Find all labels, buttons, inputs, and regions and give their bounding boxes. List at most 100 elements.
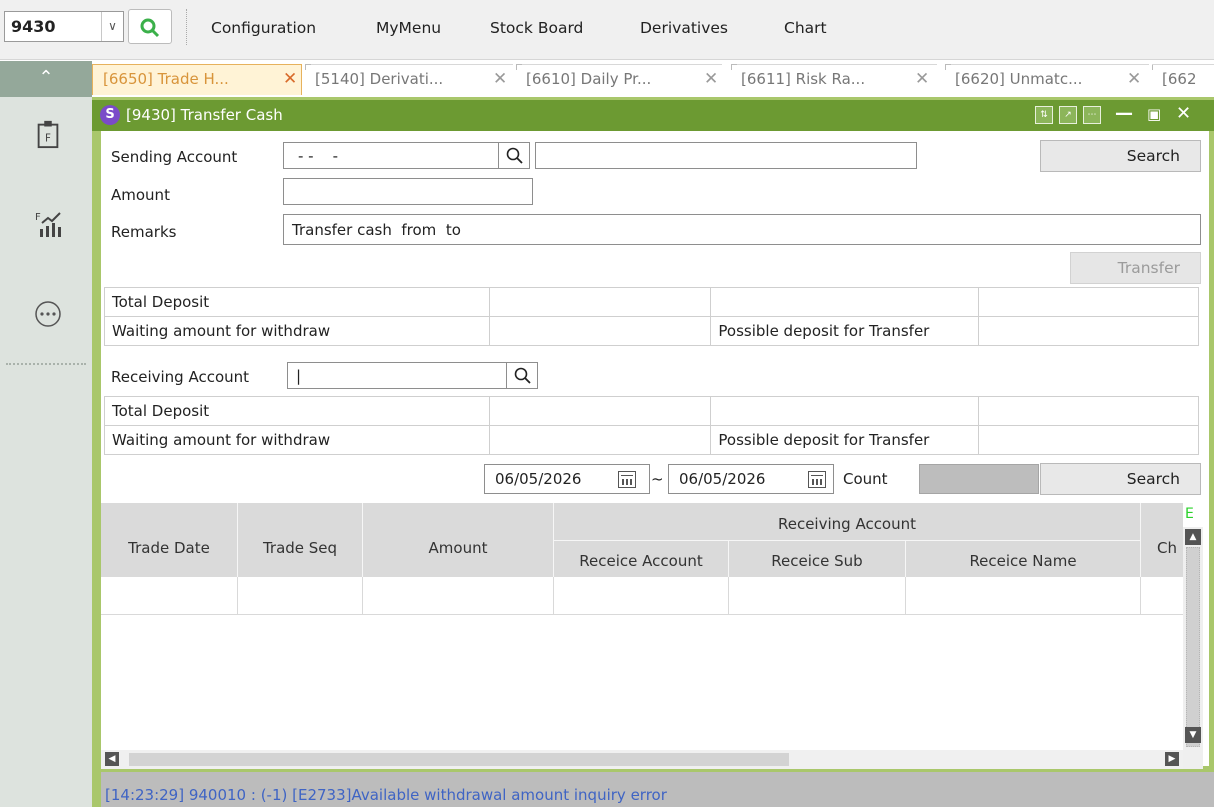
window-titlebar[interactable]: S [9430] Transfer Cash ⇅ ↗ ⋯ — ▣ ✕ — [92, 100, 1214, 131]
header-divider — [905, 540, 906, 577]
column-group-receiving-account: Receiving Account — [777, 515, 917, 533]
tab-6650[interactable]: [6650] Trade H... ✕ — [92, 64, 302, 95]
column-header-amount[interactable]: Amount — [363, 539, 553, 557]
menu-stock-board[interactable]: Stock Board — [490, 19, 583, 37]
tab-6611[interactable]: [6611] Risk Ra... ✕ — [731, 64, 937, 95]
waiting-amount-value — [488, 425, 712, 455]
tab-6610[interactable]: [6610] Daily Pr... ✕ — [516, 64, 722, 95]
close-window-icon[interactable]: ✕ — [1176, 103, 1191, 124]
receiving-info-table: Total Deposit Waiting amount for withdra… — [104, 396, 1199, 455]
waiting-amount-label: Waiting amount for withdraw — [104, 316, 490, 346]
receiving-account-input[interactable]: | — [287, 362, 507, 389]
tab-corner — [516, 64, 522, 70]
quick-search-button[interactable] — [128, 9, 172, 44]
search-icon — [514, 367, 531, 384]
status-bar: [14:23:29] 940010 : (-1) [E2733]Availabl… — [101, 772, 1214, 807]
waiting-amount-value — [488, 316, 712, 346]
tab-label: [5140] Derivati... — [315, 70, 444, 88]
popout-icon[interactable]: ↗ — [1059, 106, 1077, 124]
cell-divider — [237, 577, 238, 614]
possible-deposit-label: Possible deposit for Transfer — [710, 316, 980, 346]
sending-account-input[interactable]: - - - — [283, 142, 499, 169]
tab-label: [6610] Daily Pr... — [526, 70, 652, 88]
screen-code-combo[interactable]: 9430 ∨ — [4, 11, 124, 42]
date-to-picker[interactable]: 06/05/2026 — [668, 464, 834, 494]
sending-account-search-button[interactable] — [498, 142, 530, 169]
tab-corner — [945, 64, 951, 70]
info-cell — [710, 287, 980, 317]
total-deposit-value — [488, 396, 712, 426]
menu-chart[interactable]: Chart — [784, 19, 827, 37]
column-header-receice-sub[interactable]: Receice Sub — [729, 552, 905, 570]
remarks-value: Transfer cash from to — [292, 221, 461, 239]
sending-account-value: - - - — [298, 147, 339, 165]
menu-separator — [186, 9, 187, 45]
menu-mymenu[interactable]: MyMenu — [376, 19, 441, 37]
possible-deposit-value — [978, 425, 1199, 455]
menu-configuration[interactable]: Configuration — [211, 19, 316, 37]
tab-corner — [305, 64, 311, 70]
rail-divider — [6, 363, 86, 365]
link-icon[interactable]: ⇅ — [1035, 106, 1053, 124]
excel-export-icon[interactable]: E — [1185, 506, 1194, 522]
chevron-down-icon[interactable]: ∨ — [101, 12, 123, 41]
amount-input[interactable] — [283, 178, 533, 205]
tab-label: [6650] Trade H... — [103, 70, 229, 88]
history-search-button[interactable]: Search — [1040, 463, 1201, 495]
remarks-label: Remarks — [111, 223, 177, 241]
receiving-account-search-button[interactable] — [506, 362, 538, 389]
header-divider — [553, 540, 1140, 541]
scroll-right-icon[interactable]: ▶ — [1165, 752, 1179, 766]
horizontal-scrollbar[interactable]: ◀ ▶ — [101, 750, 1183, 769]
menu-derivatives[interactable]: Derivatives — [640, 19, 728, 37]
sending-search-button[interactable]: Search — [1040, 140, 1201, 172]
options-icon[interactable]: ⋯ — [1083, 106, 1101, 124]
close-icon[interactable]: ✕ — [1127, 65, 1141, 94]
window-title: [9430] Transfer Cash — [126, 106, 283, 124]
sending-info-table: Total Deposit Waiting amount for withdra… — [104, 287, 1199, 346]
close-icon[interactable]: ✕ — [493, 65, 507, 94]
transfer-button[interactable]: Transfer — [1070, 252, 1201, 284]
date-from-picker[interactable]: 06/05/2026 — [484, 464, 650, 494]
scroll-thumb[interactable] — [129, 753, 789, 766]
receiving-account-label: Receiving Account — [111, 368, 250, 386]
search-icon — [506, 147, 523, 164]
close-icon[interactable]: ✕ — [283, 65, 297, 94]
more-icon[interactable] — [34, 299, 62, 329]
svg-text:F: F — [35, 212, 41, 223]
tab-6620[interactable]: [6620] Unmatc... ✕ — [945, 64, 1149, 95]
scroll-thumb[interactable] — [1186, 547, 1200, 747]
column-header-receice-name[interactable]: Receice Name — [906, 552, 1140, 570]
vertical-scrollbar[interactable]: ▲ ▼ — [1183, 527, 1203, 769]
info-cell — [710, 396, 980, 426]
close-icon[interactable]: ✕ — [704, 65, 718, 94]
calendar-icon[interactable] — [618, 471, 636, 488]
remarks-input[interactable]: Transfer cash from to — [283, 214, 1201, 245]
screen-code-value[interactable]: 9430 — [11, 17, 56, 36]
column-header-trade-seq[interactable]: Trade Seq — [238, 539, 362, 557]
minimize-icon[interactable]: — — [1115, 103, 1133, 124]
tab-label: [6611] Risk Ra... — [741, 70, 866, 88]
calendar-icon[interactable] — [808, 471, 826, 488]
close-icon[interactable]: ✕ — [915, 65, 929, 94]
date-from-value: 06/05/2026 — [495, 470, 582, 488]
cell-divider — [1140, 577, 1141, 614]
column-header-receice-account[interactable]: Receice Account — [554, 552, 728, 570]
scroll-left-icon[interactable]: ◀ — [105, 752, 119, 766]
maximize-icon[interactable]: ▣ — [1147, 105, 1161, 123]
menu-bar: 9430 ∨ Configuration MyMenu Stock Board … — [0, 0, 1214, 60]
scroll-up-icon[interactable]: ▲ — [1185, 529, 1201, 545]
tab-662x[interactable]: [662 — [1152, 64, 1214, 95]
column-header-trade-date[interactable]: Trade Date — [101, 539, 237, 557]
scroll-down-icon[interactable]: ▼ — [1185, 727, 1201, 743]
table-row[interactable] — [101, 577, 1183, 615]
date-range-tilde: ~ — [651, 470, 664, 488]
collapse-up-icon[interactable]: ⌃ — [0, 61, 92, 97]
column-header-ch[interactable]: Ch — [1157, 539, 1183, 557]
chart-icon[interactable]: F — [34, 209, 62, 239]
tab-5140[interactable]: [5140] Derivati... ✕ — [305, 64, 513, 95]
transfer-history-grid[interactable] — [101, 577, 1183, 747]
date-to-value: 06/05/2026 — [679, 470, 766, 488]
futures-icon[interactable]: F — [34, 119, 62, 149]
tab-corner — [731, 64, 737, 70]
